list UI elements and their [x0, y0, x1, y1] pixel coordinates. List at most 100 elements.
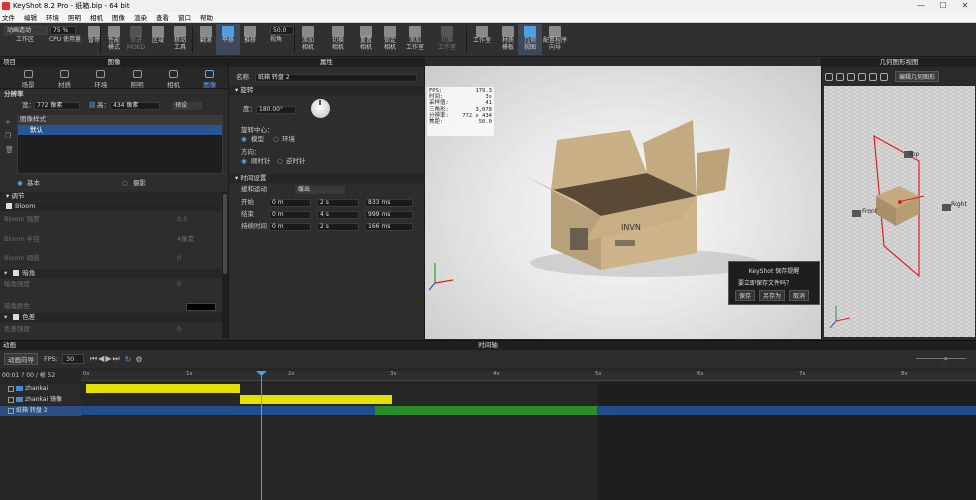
chroma-section[interactable]: ▾ 色差	[0, 313, 222, 322]
link-icon[interactable]: ⛓	[88, 101, 96, 110]
switch-studio-button[interactable]: 切换 工作室	[434, 24, 460, 55]
tab-image[interactable]: 图像	[192, 67, 228, 89]
menu-environment[interactable]: 环境	[46, 12, 59, 22]
region-button[interactable]: 区域	[146, 24, 170, 55]
track-label[interactable]: zhankai 镜像	[0, 395, 81, 405]
minimize-button[interactable]: —	[910, 0, 932, 12]
copy-style-icon[interactable]: ❐	[5, 132, 11, 140]
keyframe-bar-zhankai-mirror[interactable]	[240, 395, 392, 404]
timing-section[interactable]: ▾ 时间设置	[229, 174, 425, 183]
name-input[interactable]: 纸箱 转盘 2	[255, 74, 417, 82]
tumble-button[interactable]: 翻滚	[194, 24, 218, 55]
zoom-field[interactable]: 75 %	[50, 26, 76, 35]
performance-mode-button[interactable]: 性能 模式	[102, 24, 126, 55]
keyframe-bar-zhankai[interactable]	[86, 384, 240, 393]
edit-geometry-dropdown[interactable]: 编辑几何图形	[895, 71, 940, 82]
animation-wizard-dropdown[interactable]: 动画造动	[4, 26, 48, 35]
dialog-save-button[interactable]: 保存	[735, 290, 756, 301]
zoom-search-icon[interactable]: ⌕	[944, 354, 948, 364]
add-style-icon[interactable]: +	[5, 118, 11, 126]
geometry-view-button[interactable]: 几何 视图	[518, 24, 542, 55]
studio-button[interactable]: 工作室	[470, 24, 494, 55]
progressive-button[interactable]: 渐进 MOED	[124, 24, 148, 55]
radio-center-model[interactable]: ◉	[241, 135, 247, 144]
menu-window[interactable]: 窗口	[178, 12, 191, 22]
reset-camera-button[interactable]: 重置 相机	[354, 24, 378, 55]
radio-clockwise[interactable]: ◉	[241, 157, 247, 166]
configurator-wizard-button[interactable]: 配置程序 向导	[540, 24, 570, 55]
ease-dropdown[interactable]: 缓出	[295, 186, 345, 194]
rotation-dial[interactable]	[311, 99, 330, 118]
fit-icon[interactable]	[858, 72, 866, 81]
preset-dropdown[interactable]: 预设	[172, 102, 202, 110]
radio-basic[interactable]: ◉	[17, 179, 23, 188]
cube-icon[interactable]	[836, 72, 844, 81]
duration-ms[interactable]: 166 ms	[365, 223, 413, 231]
width-input[interactable]: 772 像素	[34, 102, 80, 110]
track-label[interactable]: 纸箱 转盘 2	[0, 406, 81, 416]
switch-camera-button[interactable]: 切换 相机	[326, 24, 350, 55]
settings-icon[interactable]: ⚙	[135, 355, 142, 364]
playhead[interactable]	[261, 371, 262, 500]
render-viewport[interactable]: INVN FPS: 179.3 时间: 3s 采样值: 41 三角形: 3,078 分辨…	[425, 58, 821, 339]
menu-image[interactable]: 图像	[112, 12, 125, 22]
maximize-button[interactable]: ☐	[932, 0, 954, 12]
delete-style-icon[interactable]: 🗑	[5, 146, 14, 154]
move-tool-button[interactable]: 移动 工具	[168, 24, 192, 55]
light-icon[interactable]	[880, 72, 888, 81]
menu-camera[interactable]: 相机	[90, 12, 103, 22]
dialog-cancel-button[interactable]: 取消	[789, 290, 810, 301]
geometry-viewport[interactable]: Top Front Right	[824, 86, 975, 337]
rotation-section[interactable]: ▾ 旋转	[229, 86, 425, 95]
start-ms[interactable]: 833 ms	[365, 199, 413, 207]
add-studio-button[interactable]: 添加 工作室	[402, 24, 428, 55]
track-label[interactable]: zhankai	[0, 384, 81, 394]
tab-environment[interactable]: 环境	[83, 67, 119, 89]
pan-button[interactable]: 平移	[216, 24, 240, 55]
fps-input[interactable]: 30	[61, 354, 84, 364]
bloom-section[interactable]: Bloom	[0, 202, 222, 211]
menu-help[interactable]: 帮助	[200, 12, 213, 22]
time-ruler[interactable]: 0s 1s 2s 3s 4s 5s 6s 7s 8s	[81, 371, 976, 381]
zoom-slider[interactable]	[916, 358, 966, 359]
perspective-button[interactable]: 视角	[266, 36, 286, 55]
end-seconds[interactable]: 4 s	[317, 211, 359, 219]
end-ms[interactable]: 999 ms	[365, 211, 413, 219]
workspace-button[interactable]: 工作区	[10, 36, 40, 55]
radio-photographic[interactable]: ○	[122, 179, 128, 188]
keyframe-bar-turntable[interactable]	[375, 406, 597, 415]
playback-controls[interactable]: ⏮◀▶⏭	[90, 354, 121, 364]
adjust-section[interactable]: ▾ 调节	[0, 192, 229, 201]
start-seconds[interactable]: 2 s	[317, 199, 359, 207]
menu-file[interactable]: 文件	[2, 12, 15, 22]
camera-icon[interactable]	[825, 72, 833, 81]
vignette-section[interactable]: ▾ 暗角	[0, 269, 222, 278]
grid-icon[interactable]	[847, 72, 855, 81]
scrollbar[interactable]	[222, 192, 228, 338]
height-input[interactable]: 434 像素	[110, 102, 160, 110]
loop-icon[interactable]: ↻	[125, 355, 132, 364]
radio-center-env[interactable]: ○	[273, 135, 279, 144]
cpu-usage-button[interactable]: CPU 使用量	[48, 36, 82, 55]
degree-input[interactable]: 180.00°	[256, 106, 296, 114]
tab-lighting[interactable]: 照明	[119, 67, 155, 89]
tab-scene[interactable]: 场景	[10, 67, 46, 89]
camera-frame-icon[interactable]	[869, 72, 877, 81]
radio-counterclockwise[interactable]: ○	[277, 157, 283, 166]
menu-view[interactable]: 查看	[156, 12, 169, 22]
focal-length-field[interactable]: 50.0	[270, 26, 294, 35]
tab-camera[interactable]: 相机	[155, 67, 191, 89]
add-camera-button[interactable]: 添加 相机	[296, 24, 320, 55]
duration-seconds[interactable]: 2 s	[317, 223, 359, 231]
style-item-default[interactable]: 默认	[18, 125, 222, 135]
close-button[interactable]: ✕	[954, 0, 976, 12]
end-minutes[interactable]: 0 m	[269, 211, 311, 219]
menu-edit[interactable]: 编辑	[24, 12, 37, 22]
tab-materials[interactable]: 材质	[46, 67, 82, 89]
duration-minutes[interactable]: 0 m	[269, 223, 311, 231]
menu-render[interactable]: 渲染	[134, 12, 147, 22]
bloom-checkbox[interactable]	[6, 203, 12, 209]
vignette-checkbox[interactable]	[13, 270, 20, 276]
chroma-checkbox[interactable]	[13, 314, 20, 320]
dolly-button[interactable]: 推移	[238, 24, 262, 55]
